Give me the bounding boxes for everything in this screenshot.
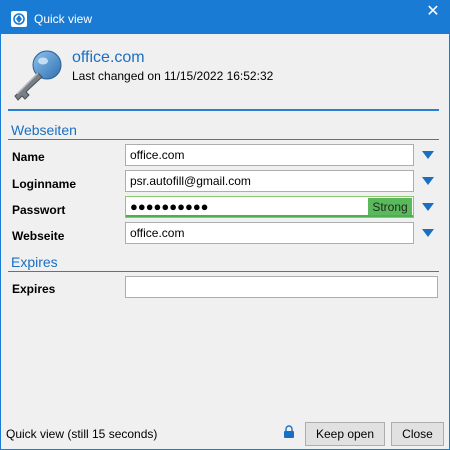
- section-divider: [8, 139, 439, 140]
- key-icon: [9, 48, 65, 104]
- loginname-dropdown-arrow-icon[interactable]: [422, 177, 434, 185]
- password-strength-badge: Strong: [368, 198, 412, 216]
- name-dropdown-arrow-icon[interactable]: [422, 151, 434, 159]
- name-label: Name: [12, 150, 45, 164]
- password-masked-value: ●●●●●●●●●●: [130, 199, 209, 214]
- section-title-webseiten: Webseiten: [11, 122, 77, 138]
- password-dropdown-arrow-icon[interactable]: [422, 203, 434, 211]
- keep-open-button[interactable]: Keep open: [305, 422, 385, 446]
- expires-field[interactable]: [125, 276, 438, 298]
- header-separator: [8, 109, 439, 111]
- app-logo-icon: [11, 11, 27, 27]
- webseite-label: Webseite: [12, 229, 65, 243]
- window-title: Quick view: [34, 12, 93, 26]
- webseite-dropdown-arrow-icon[interactable]: [422, 229, 434, 237]
- name-field[interactable]: office.com: [125, 144, 414, 166]
- title-bar: Quick view ✕: [0, 0, 450, 34]
- entry-title: office.com: [72, 49, 145, 66]
- loginname-field[interactable]: psr.autofill@gmail.com: [125, 170, 414, 192]
- section-title-expires: Expires: [11, 254, 58, 270]
- lock-icon[interactable]: [283, 425, 295, 439]
- password-field[interactable]: ●●●●●●●●●● Strong: [125, 196, 414, 218]
- section-divider: [8, 271, 439, 272]
- password-strength-bar: [126, 215, 413, 217]
- status-text: Quick view (still 15 seconds): [6, 427, 158, 441]
- last-changed-text: Last changed on 11/15/2022 16:52:32: [72, 69, 274, 83]
- close-button[interactable]: Close: [391, 422, 444, 446]
- password-label: Passwort: [12, 203, 66, 217]
- loginname-label: Loginname: [12, 177, 77, 191]
- close-icon[interactable]: ✕: [416, 0, 450, 26]
- webseite-field[interactable]: office.com: [125, 222, 414, 244]
- expires-label: Expires: [12, 282, 56, 296]
